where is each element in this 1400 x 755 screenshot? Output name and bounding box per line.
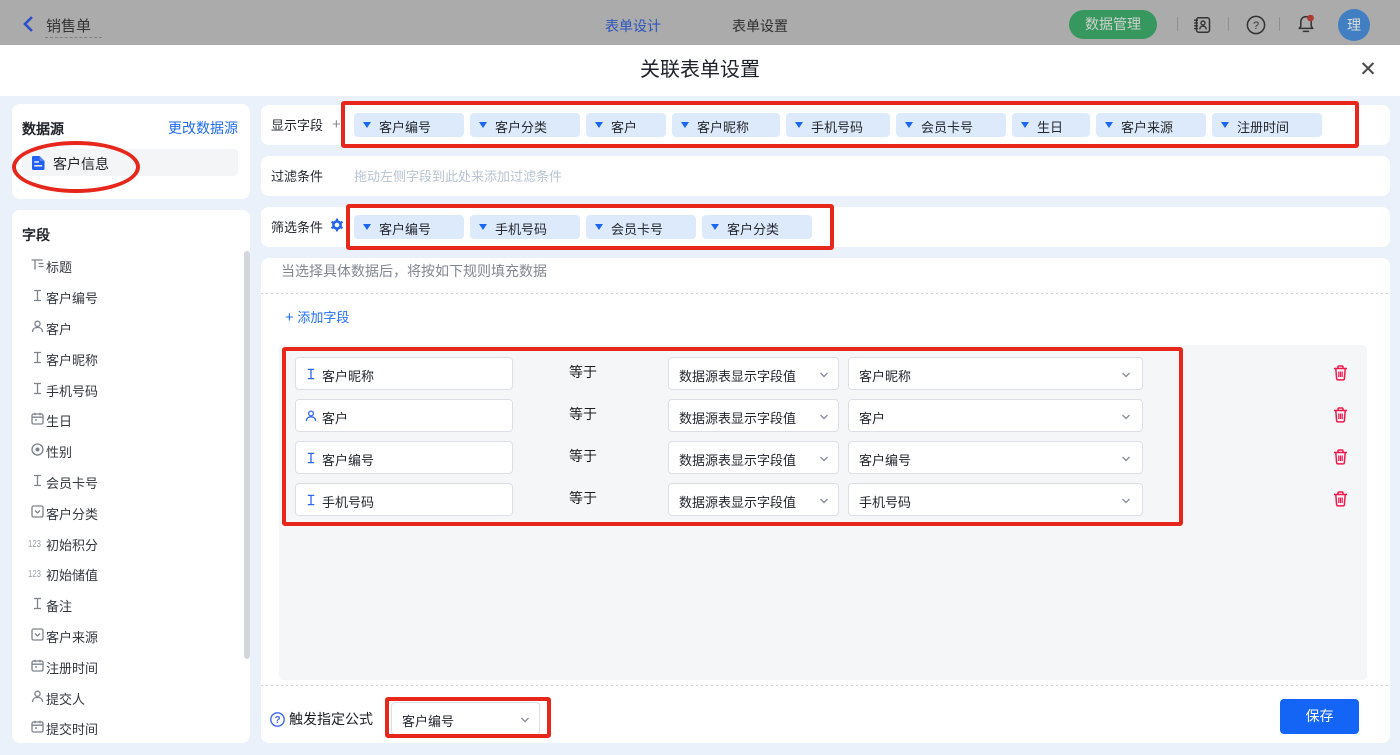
svg-text:?: ? (274, 715, 280, 726)
svg-text:?: ? (1253, 20, 1259, 32)
